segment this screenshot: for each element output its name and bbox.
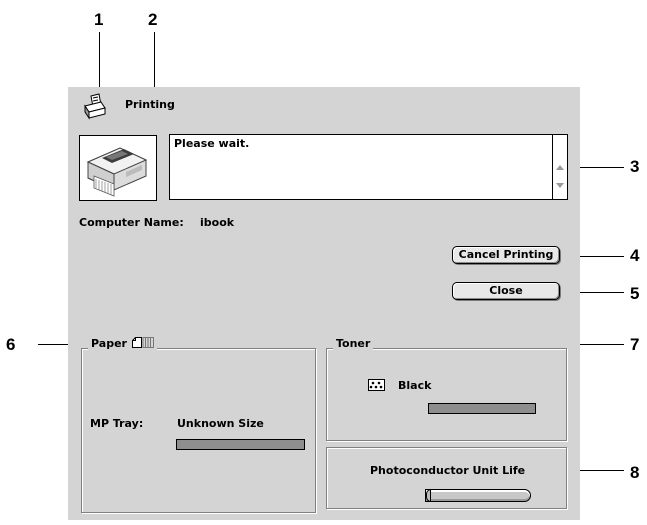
computer-name-label: Computer Name: — [79, 216, 184, 229]
paper-tray-label: MP Tray: — [90, 417, 144, 430]
message-scrollbar[interactable] — [552, 135, 567, 199]
callout-2: 2 — [148, 10, 158, 29]
cancel-printing-button[interactable]: Cancel Printing — [452, 246, 560, 264]
paper-level-fill — [177, 440, 304, 449]
photoconductor-bar-cap — [426, 489, 431, 502]
close-button[interactable]: Close — [452, 282, 560, 300]
scroll-up-arrow-icon[interactable] — [556, 165, 564, 170]
printing-status-window: Printing Please wait. Computer Name: ibo… — [68, 87, 580, 520]
status-message-box: Please wait. — [169, 134, 568, 200]
toner-level-fill — [429, 404, 535, 413]
printer-icon — [82, 93, 108, 121]
callout-3: 3 — [630, 157, 640, 176]
printer-illustration — [86, 147, 148, 197]
paper-sheet-icon — [131, 337, 154, 351]
photoconductor-life-fill — [426, 490, 530, 501]
computer-name-value: ibook — [200, 216, 235, 229]
callout-5: 5 — [630, 284, 640, 303]
window-title: Printing — [125, 98, 175, 111]
callout-7: 7 — [630, 335, 640, 354]
paper-group-label: Paper — [88, 337, 157, 351]
photoconductor-life-bar — [425, 489, 531, 502]
callout-4: 4 — [630, 246, 640, 265]
paper-tray-size: Unknown Size — [177, 417, 264, 430]
scroll-down-arrow-icon[interactable] — [556, 183, 564, 188]
paper-group — [81, 348, 316, 513]
paper-level-bar — [176, 439, 305, 450]
callout-8: 8 — [630, 463, 640, 482]
photoconductor-label: Photoconductor Unit Life — [370, 464, 526, 477]
callout-1: 1 — [94, 10, 104, 29]
paper-label: Paper — [91, 337, 127, 350]
toner-group — [326, 348, 567, 441]
printer-image — [79, 135, 157, 201]
toner-cartridge-icon — [368, 376, 385, 395]
toner-group-label: Toner — [333, 337, 374, 350]
callout-6: 6 — [6, 335, 16, 354]
toner-level-bar — [428, 403, 536, 414]
toner-color-label: Black — [398, 379, 432, 392]
status-message: Please wait. — [174, 137, 250, 150]
